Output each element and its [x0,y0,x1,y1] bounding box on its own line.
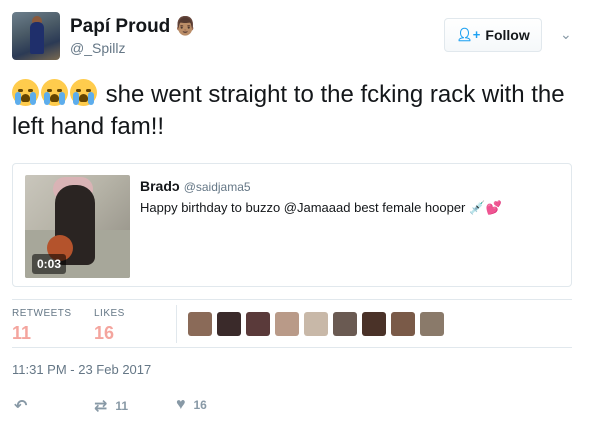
follow-button[interactable]: 👤︎+ Follow [444,18,542,52]
liker-avatar[interactable] [304,312,328,336]
timestamp[interactable]: 11:31 PM - 23 Feb 2017 [12,362,151,377]
liker-avatar[interactable] [246,312,270,336]
like-button[interactable]: ♥ 16 [176,396,207,414]
heart-icon: ♥ [176,396,186,413]
divider-top [12,299,572,300]
likes-stat[interactable]: LIKES 16 [94,308,125,344]
quoted-emojis: 💉💕 [469,200,502,215]
liker-avatar[interactable] [275,312,299,336]
liker-avatar[interactable] [420,312,444,336]
video-duration: 0:03 [32,254,67,274]
retweet-icon: ⇄ [94,398,108,415]
divider-bottom [12,347,572,348]
likes-value: 16 [94,323,115,343]
crying-face-icon [41,79,68,106]
name-emoji: 👨🏽 [174,16,197,36]
add-user-icon: 👤︎+ [456,27,481,42]
quoted-body: Happy birthday to buzzo @Jamaaad best fe… [140,200,466,215]
retweet-count: 11 [115,399,129,413]
stats-separator [176,305,177,343]
quoted-video-thumbnail[interactable]: 0:03 [25,175,130,278]
like-count: 16 [193,398,207,412]
avatar-figure [30,22,44,54]
user-display-name[interactable]: Papí Proud 👨🏽 [70,16,197,38]
liker-avatar[interactable] [188,312,212,336]
reply-button[interactable]: ↶ [14,396,35,416]
crying-face-icon [12,79,39,106]
display-name-text: Papí Proud [70,16,171,37]
likers-avatars [188,312,449,336]
retweet-button[interactable]: ⇄ 11 [94,396,128,416]
quoted-text: Happy birthday to buzzo @Jamaaad best fe… [140,200,502,216]
retweets-value: 11 [12,323,32,343]
chevron-down-icon[interactable]: ⌄ [560,26,572,43]
follow-label: Follow [485,27,530,43]
liker-avatar[interactable] [217,312,241,336]
quoted-name: Bradↄ [140,178,180,194]
likes-label: LIKES [94,308,125,319]
quoted-tweet[interactable]: 0:03 Bradↄ @saidjama5 Happy birthday to b… [12,163,572,287]
liker-avatar[interactable] [391,312,415,336]
retweets-stat[interactable]: RETWEETS 11 [12,308,72,344]
retweets-label: RETWEETS [12,308,72,319]
crying-face-icon [70,79,97,106]
quoted-author[interactable]: Bradↄ @saidjama5 [140,178,251,194]
avatar[interactable] [12,12,60,60]
liker-avatar[interactable] [333,312,357,336]
quoted-handle: @saidjama5 [183,180,251,194]
reply-icon: ↶ [14,398,28,415]
user-handle[interactable]: @_Spillz [70,40,125,56]
liker-avatar[interactable] [362,312,386,336]
tweet-text: she went straight to the fcking rack wit… [12,79,582,143]
